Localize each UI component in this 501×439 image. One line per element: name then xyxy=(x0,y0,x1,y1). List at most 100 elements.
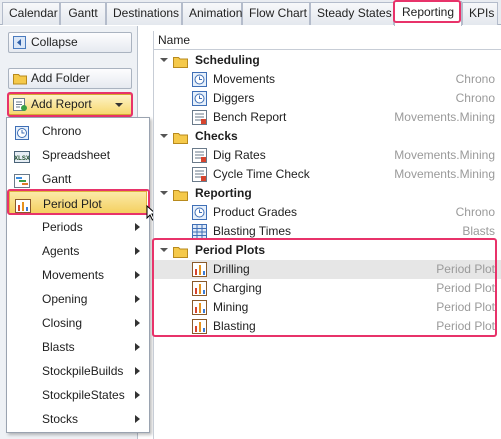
period-plot-icon xyxy=(192,281,207,296)
clock-icon xyxy=(14,124,30,140)
tree-item-type: Period Plot xyxy=(436,319,495,333)
tree-group-label: Reporting xyxy=(195,186,252,200)
xlsx-icon: XLSX xyxy=(14,148,30,163)
menu-item-label: Chrono xyxy=(42,124,82,138)
chevron-right-icon xyxy=(135,415,140,423)
tree-item-drilling[interactable]: Drilling Period Plot xyxy=(154,260,501,279)
menu-item-label: Agents xyxy=(42,244,80,258)
tree-item-diggers[interactable]: Diggers Chrono xyxy=(154,89,501,108)
report-icon xyxy=(192,148,207,163)
tree-item-product-grades[interactable]: Product Grades Chrono xyxy=(154,203,501,222)
tree-item-label: Bench Report xyxy=(213,110,287,124)
column-header-name[interactable]: Name xyxy=(154,31,501,50)
menu-item-stockpile-states[interactable]: StockpileStates xyxy=(7,383,149,407)
tree-item-dig-rates[interactable]: Dig Rates Movements.Mining xyxy=(154,146,501,165)
tree-item-type: Chrono xyxy=(455,91,495,105)
folder-icon xyxy=(173,131,188,144)
menu-item-stocks[interactable]: Stocks xyxy=(7,407,149,431)
menu-item-label: Blasts xyxy=(42,340,75,354)
tree-item-label: Movements xyxy=(213,72,276,86)
tree-group-checks[interactable]: Checks xyxy=(154,127,501,146)
menu-item-gantt[interactable]: Gantt xyxy=(7,167,149,191)
folder-icon xyxy=(173,55,188,68)
tab-destinations[interactable]: Destinations xyxy=(106,2,182,25)
tree-item-type: Period Plot xyxy=(436,300,495,314)
chevron-down-icon xyxy=(115,103,123,107)
menu-item-stockpile-builds[interactable]: StockpileBuilds xyxy=(7,359,149,383)
add-folder-button[interactable]: Add Folder xyxy=(8,68,132,89)
tab-flow-chart[interactable]: Flow Chart xyxy=(242,2,310,25)
chevron-right-icon xyxy=(135,367,140,375)
add-report-button[interactable]: Add Report xyxy=(8,94,132,115)
folder-add-icon xyxy=(13,72,27,85)
menu-item-label: Stocks xyxy=(42,412,79,426)
tree-group-label: Checks xyxy=(195,129,238,143)
period-plot-icon xyxy=(15,197,31,213)
clock-icon xyxy=(192,205,207,220)
tab-steady-states[interactable]: Steady States xyxy=(310,2,394,25)
tree-item-label: Diggers xyxy=(213,91,255,105)
chevron-right-icon xyxy=(135,247,140,255)
menu-item-period-plot[interactable]: Period Plot xyxy=(9,191,147,215)
menu-item-blasts[interactable]: Blasts xyxy=(7,335,149,359)
tab-animation[interactable]: Animation xyxy=(182,2,242,25)
table-icon xyxy=(192,224,207,239)
tree-item-type: Blasts xyxy=(462,224,495,238)
tree-group-scheduling[interactable]: Scheduling xyxy=(154,51,501,70)
folder-icon xyxy=(173,188,188,201)
add-folder-label: Add Folder xyxy=(31,71,90,85)
menu-item-label: Closing xyxy=(42,316,83,330)
tab-reporting[interactable]: Reporting xyxy=(394,1,462,26)
tree-item-type: Movements.Mining xyxy=(394,148,495,162)
gantt-icon xyxy=(14,172,30,188)
tree-item-type: Period Plot xyxy=(436,281,495,295)
tree-item-mining[interactable]: Mining Period Plot xyxy=(154,298,501,317)
menu-item-periods[interactable]: Periods xyxy=(7,215,149,239)
add-report-menu: Chrono XLSX Spreadsheet Gantt Period Plo… xyxy=(6,117,150,433)
tree-group-label: Scheduling xyxy=(195,53,260,67)
tree-item-label: Blasting xyxy=(213,319,256,333)
menu-item-chrono[interactable]: Chrono xyxy=(7,119,149,143)
tree-item-type: Movements.Mining xyxy=(394,167,495,181)
chevron-right-icon xyxy=(135,391,140,399)
add-report-icon xyxy=(13,98,27,111)
menu-item-agents[interactable]: Agents xyxy=(7,239,149,263)
tree-group-period-plots[interactable]: Period Plots xyxy=(154,241,501,260)
menu-item-label: Period Plot xyxy=(43,197,102,211)
expand-icon[interactable] xyxy=(160,191,168,195)
period-plot-icon xyxy=(192,300,207,315)
expand-icon[interactable] xyxy=(160,134,168,138)
menu-item-label: Movements xyxy=(42,268,105,282)
tree-item-bench-report[interactable]: Bench Report Movements.Mining xyxy=(154,108,501,127)
tree-item-label: Charging xyxy=(213,281,262,295)
tree-group-label: Period Plots xyxy=(195,243,266,257)
tree-item-cycle-time-check[interactable]: Cycle Time Check Movements.Mining xyxy=(154,165,501,184)
tree-item-movements[interactable]: Movements Chrono xyxy=(154,70,501,89)
chevron-right-icon xyxy=(135,223,140,231)
clock-icon xyxy=(192,91,207,106)
tab-calendar[interactable]: Calendar xyxy=(2,2,60,25)
svg-text:XLSX: XLSX xyxy=(14,156,30,162)
menu-item-label: Opening xyxy=(42,292,88,306)
menu-item-closing[interactable]: Closing xyxy=(7,311,149,335)
menu-item-opening[interactable]: Opening xyxy=(7,287,149,311)
tab-kpis[interactable]: KPIs xyxy=(462,2,498,25)
menu-item-movements[interactable]: Movements xyxy=(7,263,149,287)
tree-item-label: Cycle Time Check xyxy=(213,167,310,181)
tab-gantt[interactable]: Gantt xyxy=(60,2,106,25)
tree-item-label: Mining xyxy=(213,300,249,314)
expand-icon[interactable] xyxy=(160,58,168,62)
menu-item-spreadsheet[interactable]: XLSX Spreadsheet xyxy=(7,143,149,167)
tree-item-blasting-times[interactable]: Blasting Times Blasts xyxy=(154,222,501,241)
tree-item-charging[interactable]: Charging Period Plot xyxy=(154,279,501,298)
collapse-icon xyxy=(13,36,26,49)
tree-item-blasting[interactable]: Blasting Period Plot xyxy=(154,317,501,336)
expand-icon[interactable] xyxy=(160,248,168,252)
tree-item-label: Blasting Times xyxy=(213,224,292,238)
tree-item-label: Dig Rates xyxy=(213,148,266,162)
period-plot-icon xyxy=(192,262,207,277)
chevron-right-icon xyxy=(135,343,140,351)
tree-group-reporting[interactable]: Reporting xyxy=(154,184,501,203)
tree-item-type: Chrono xyxy=(455,205,495,219)
collapse-button[interactable]: Collapse xyxy=(8,32,132,53)
